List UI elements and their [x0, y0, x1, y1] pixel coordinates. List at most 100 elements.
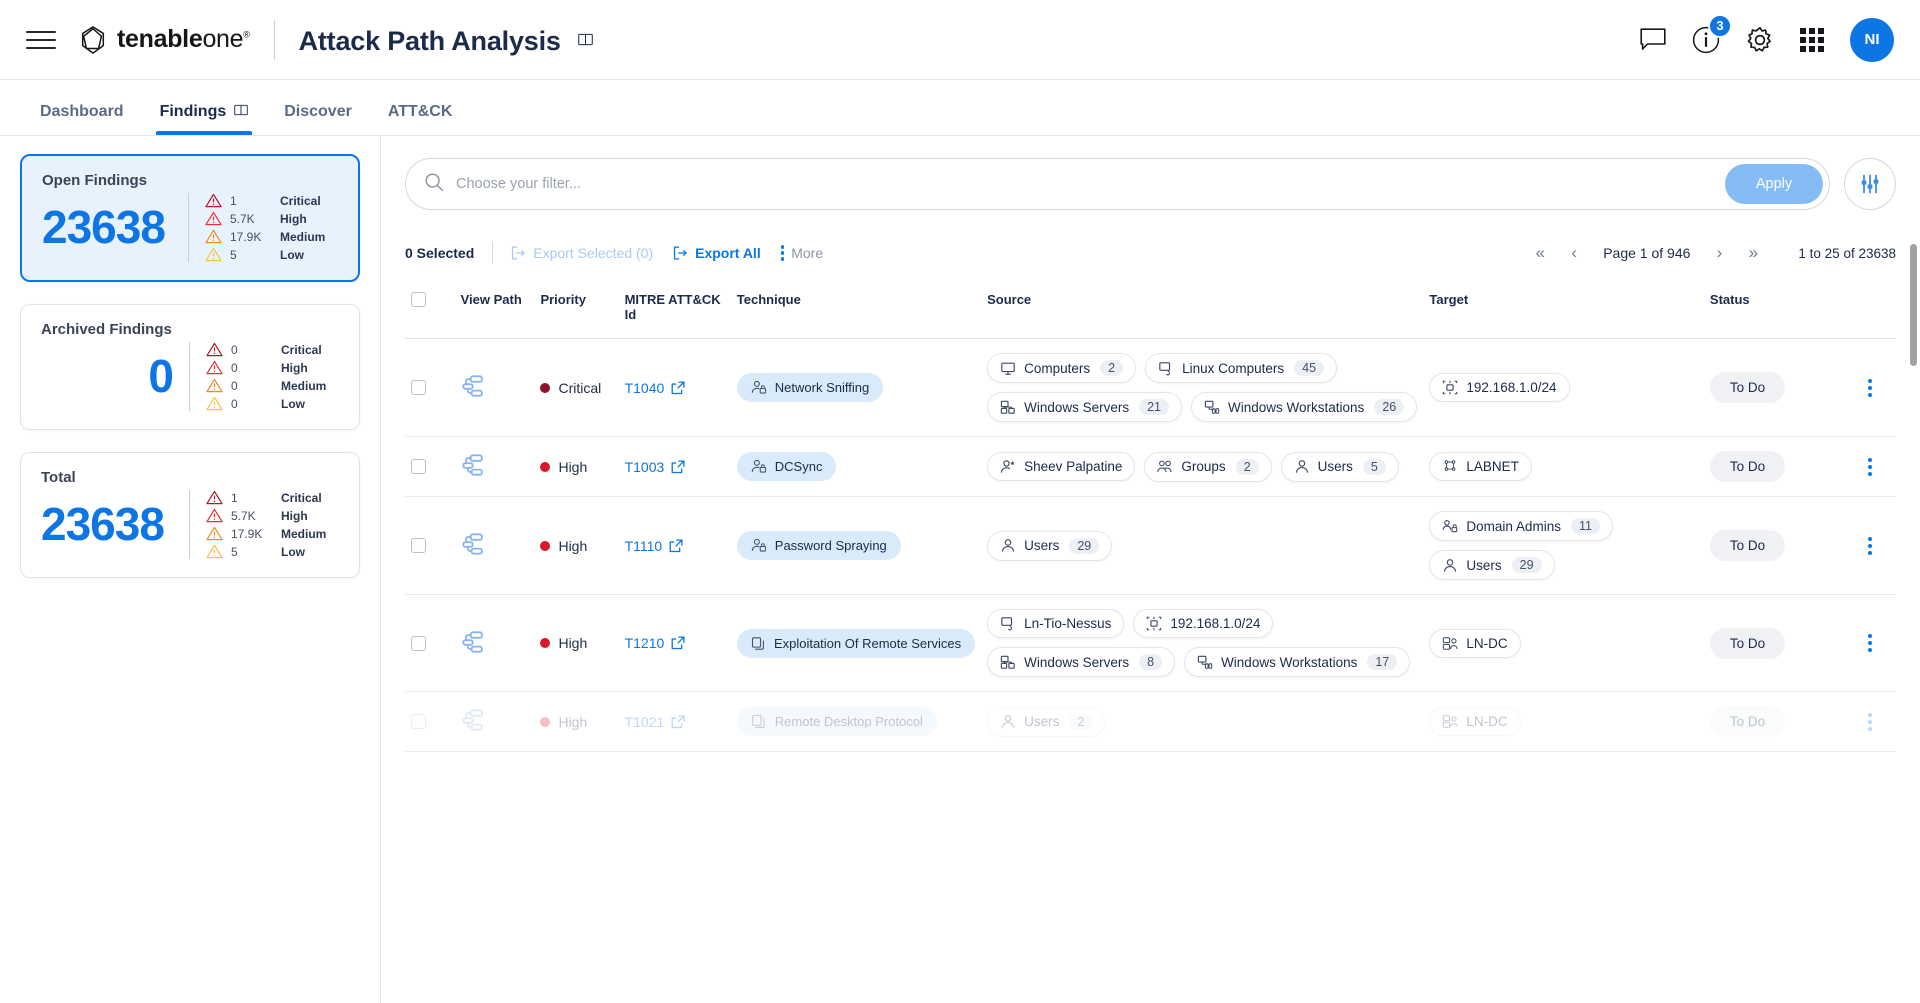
stat-card-open-findings[interactable]: Open Findings 23638 1 Critical 5.7K High — [20, 154, 360, 282]
header-status[interactable]: Status — [1703, 284, 1845, 339]
row-view-path-cell — [454, 594, 535, 692]
row-checkbox[interactable] — [411, 538, 426, 553]
technique-pill[interactable]: DCSync — [736, 452, 837, 481]
gear-icon[interactable] — [1746, 26, 1774, 54]
header-source[interactable]: Source — [981, 284, 1424, 339]
target-pill[interactable]: LN-DC — [1429, 628, 1521, 658]
severity-count: 5.7K — [231, 508, 256, 523]
source-pill[interactable]: Ln-Tio-Nessus — [987, 609, 1125, 638]
technique-pill[interactable]: Password Spraying — [736, 531, 901, 560]
status-badge[interactable]: To Do — [1709, 530, 1786, 561]
source-pill[interactable]: Computers 2 — [987, 353, 1137, 383]
row-checkbox[interactable] — [411, 714, 426, 729]
row-menu-icon[interactable] — [1850, 634, 1890, 652]
technique-pill[interactable]: Network Sniffing — [736, 373, 884, 402]
row-menu-icon[interactable] — [1850, 378, 1890, 397]
mitre-id-link[interactable]: T1040 — [625, 380, 725, 396]
source-pill[interactable]: 192.168.1.0/24 — [1133, 609, 1274, 638]
header-view-path[interactable]: View Path — [454, 284, 535, 339]
mitre-id-link[interactable]: T1110 — [625, 538, 725, 554]
severity-row-medium: 17.9K Medium — [205, 229, 338, 244]
scrollbar-thumb[interactable] — [1910, 244, 1917, 366]
book-icon[interactable] — [578, 22, 593, 53]
row-menu-icon[interactable] — [1850, 457, 1890, 476]
technique-pill[interactable]: Exploitation Of Remote Services — [736, 628, 976, 658]
apply-button[interactable]: Apply — [1725, 164, 1823, 204]
source-pill-count: 5 — [1362, 458, 1386, 475]
row-checkbox[interactable] — [411, 459, 426, 474]
book-icon[interactable] — [234, 103, 248, 121]
source-pill[interactable]: Users 2 — [987, 706, 1106, 737]
table-row[interactable]: High T1210 Exploitation Of Remote Servic… — [405, 594, 1896, 692]
source-pill[interactable]: Windows Servers 21 — [987, 392, 1183, 422]
tab-discover[interactable]: Discover — [266, 103, 370, 135]
row-checkbox[interactable] — [411, 380, 426, 395]
avatar[interactable]: NI — [1850, 17, 1894, 62]
source-pill[interactable]: Windows Workstations 26 — [1191, 392, 1418, 422]
tab-dashboard[interactable]: Dashboard — [22, 103, 142, 135]
status-badge[interactable]: To Do — [1709, 706, 1786, 737]
row-checkbox[interactable] — [411, 635, 426, 651]
target-pill[interactable]: Domain Admins 11 — [1429, 511, 1613, 541]
technique-pill[interactable]: Remote Desktop Protocol — [736, 707, 937, 736]
row-menu-icon[interactable] — [1850, 712, 1890, 731]
tab-attack[interactable]: ATT&CK — [370, 103, 471, 135]
source-pill[interactable]: Groups 2 — [1144, 451, 1272, 482]
view-path-button[interactable] — [461, 375, 486, 401]
header-priority[interactable]: Priority — [534, 284, 619, 339]
header-technique[interactable]: Technique — [730, 284, 982, 339]
filter-bar[interactable]: Apply — [405, 158, 1830, 210]
row-menu-icon[interactable] — [1850, 536, 1890, 555]
status-badge[interactable]: To Do — [1709, 372, 1786, 403]
view-path-button[interactable] — [461, 454, 486, 480]
more-button[interactable]: More — [780, 245, 823, 261]
hamburger-menu-icon[interactable] — [26, 25, 56, 55]
select-all-checkbox[interactable] — [411, 292, 426, 307]
stat-card-total[interactable]: Total 23638 1 Critical 5.7K High 17.9K M… — [20, 452, 360, 578]
mitre-id-link[interactable]: T1210 — [625, 635, 725, 651]
prev-page-button[interactable]: ‹ — [1559, 238, 1589, 268]
export-selected-button[interactable]: Export Selected (0) — [511, 245, 653, 261]
table-row[interactable]: High T1021 Remote Desktop Protocol Users — [405, 691, 1896, 752]
view-path-button[interactable] — [461, 709, 486, 735]
status-badge[interactable]: To Do — [1709, 451, 1786, 482]
status-badge[interactable]: To Do — [1709, 627, 1786, 659]
info-circle-icon[interactable]: 3 — [1692, 13, 1732, 54]
source-pill[interactable]: Sheev Palpatine — [987, 452, 1136, 481]
apps-grid-icon[interactable] — [1800, 27, 1824, 52]
chat-bubble-icon[interactable] — [1640, 27, 1666, 52]
header-mitre-id[interactable]: MITRE ATT&CK Id — [618, 284, 731, 339]
sliders-icon[interactable] — [1844, 158, 1896, 210]
source-pill[interactable]: Linux Computers 45 — [1145, 353, 1338, 383]
search-input[interactable] — [444, 175, 1725, 193]
table-row[interactable]: Critical T1040 Network Sniffing Computer… — [405, 338, 1896, 437]
source-pill[interactable]: Windows Workstations 17 — [1184, 647, 1411, 677]
source-pill[interactable]: Windows Servers 8 — [987, 647, 1176, 677]
stat-card-archived-findings[interactable]: Archived Findings 0 0 Critical 0 High 0 … — [20, 304, 360, 430]
target-pill[interactable]: LN-DC — [1429, 707, 1521, 736]
export-all-button[interactable]: Export All — [673, 245, 761, 261]
target-pill[interactable]: 192.168.1.0/24 — [1429, 373, 1570, 402]
severity-label: Medium — [281, 526, 327, 541]
next-page-button[interactable]: › — [1704, 238, 1734, 268]
first-page-button[interactable]: « — [1525, 238, 1555, 268]
header-target[interactable]: Target — [1423, 284, 1704, 339]
mitre-id-link[interactable]: T1021 — [625, 714, 725, 730]
view-path-icon — [462, 533, 483, 555]
brand-logo[interactable]: tenableone® — [78, 25, 250, 55]
source-pill-count: 26 — [1374, 399, 1405, 415]
mitre-id-link[interactable]: T1003 — [625, 459, 725, 475]
table-row[interactable]: High T1003 DCSync Sheev Palpatine Groups… — [405, 436, 1896, 497]
target-pill[interactable]: Users 29 — [1429, 550, 1555, 580]
external-link-icon — [671, 380, 685, 394]
view-path-button[interactable] — [461, 630, 486, 657]
last-page-button[interactable]: » — [1738, 238, 1768, 268]
vertical-scrollbar[interactable] — [1910, 244, 1917, 944]
source-pill[interactable]: Users 5 — [1280, 451, 1399, 482]
source-pill[interactable]: Users 29 — [987, 530, 1113, 561]
view-path-button[interactable] — [461, 533, 486, 559]
tab-findings[interactable]: Findings — [142, 103, 267, 135]
table-row[interactable]: High T1110 Password Spraying Users 29 Do… — [405, 496, 1896, 595]
target-pill[interactable]: LABNET — [1429, 452, 1532, 481]
header-divider — [273, 19, 275, 60]
